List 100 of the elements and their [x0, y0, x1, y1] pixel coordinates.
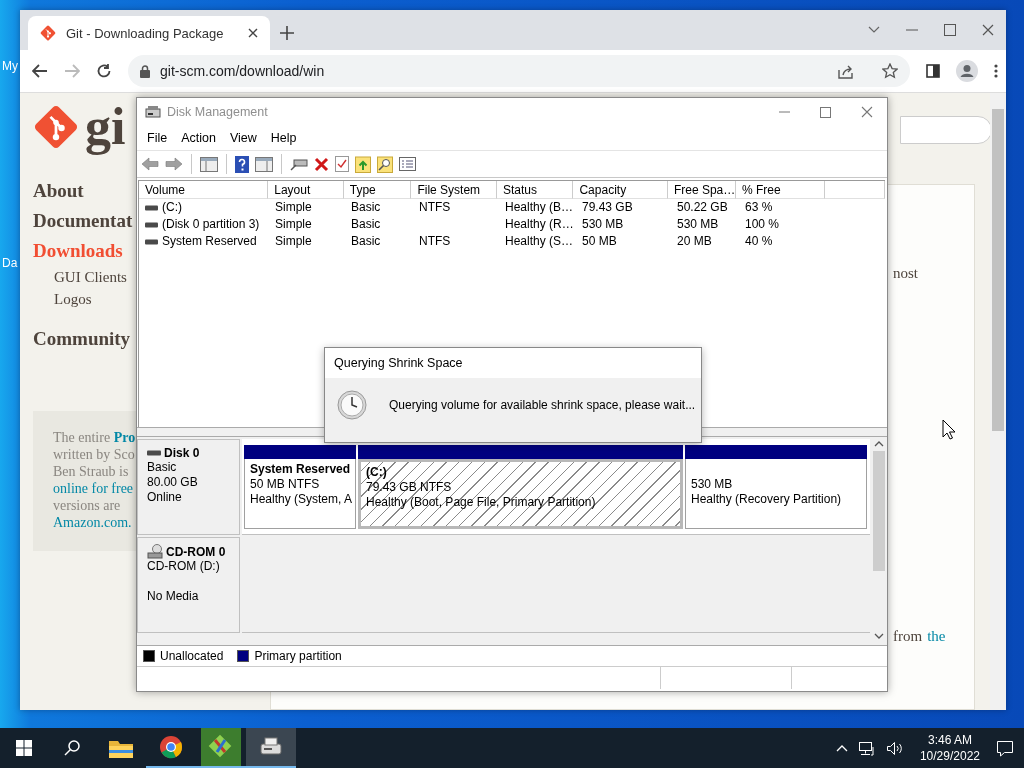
- nav-link[interactable]: Documentat: [33, 206, 133, 236]
- table-cell: Basic: [351, 233, 381, 250]
- windows-logo-icon: [16, 740, 32, 756]
- menu-item[interactable]: File: [140, 131, 175, 145]
- close-icon[interactable]: [861, 106, 873, 118]
- disk-status: Online: [147, 490, 182, 505]
- checklist-icon[interactable]: [335, 156, 349, 172]
- clock-time[interactable]: 3:46 AM: [927, 732, 972, 748]
- clock-icon: [337, 390, 367, 420]
- chrome-icon[interactable]: [159, 735, 183, 759]
- clock-date[interactable]: 10/29/2022: [919, 748, 980, 764]
- partition-block[interactable]: 530 MB Healthy (Recovery Partition): [685, 459, 867, 529]
- back-icon[interactable]: [32, 64, 48, 78]
- page-scrollbar[interactable]: [990, 93, 1006, 710]
- back-arrow-icon[interactable]: [141, 157, 159, 171]
- maximize-icon[interactable]: [820, 106, 831, 118]
- mouse-pointer-icon: [942, 419, 956, 440]
- profile-icon[interactable]: [956, 60, 978, 82]
- column-header[interactable]: Volume: [139, 181, 269, 199]
- subnav-link[interactable]: Logos: [54, 288, 92, 310]
- scroll-down-icon[interactable]: [873, 633, 884, 639]
- partition-block[interactable]: (C:) 79.43 GB NTFS Healthy (Boot, Page File, Primary Partition): [358, 459, 683, 529]
- folder-up-icon[interactable]: [355, 155, 371, 173]
- table-cell: 40 %: [745, 233, 773, 250]
- drive-icon: [145, 221, 158, 228]
- scroll-up-icon[interactable]: [873, 441, 884, 447]
- column-header[interactable]: Status: [496, 181, 574, 199]
- dialog-message: Querying volume for available shrink space, please wait...: [389, 398, 696, 412]
- menu-icon[interactable]: [994, 64, 998, 78]
- chevron-down-icon[interactable]: [868, 26, 880, 34]
- close-icon[interactable]: [248, 28, 258, 38]
- table-cell: Healthy (R…: [505, 216, 574, 233]
- nav-link[interactable]: Community: [33, 324, 131, 354]
- column-header[interactable]: File System: [411, 181, 497, 199]
- star-icon[interactable]: [882, 63, 898, 79]
- menu-item[interactable]: Action: [174, 131, 223, 145]
- panel-icon[interactable]: [255, 156, 273, 172]
- table-cell: 50.22 GB: [677, 199, 728, 216]
- share-icon[interactable]: [838, 63, 854, 79]
- partition-size: 50 MB NTFS: [250, 477, 320, 492]
- volume-icon[interactable]: [885, 740, 904, 756]
- table-cell: Simple: [275, 233, 312, 250]
- browser-tab[interactable]: Git - Downloading Package: [28, 16, 270, 50]
- drive-icon: [145, 204, 158, 211]
- column-header[interactable]: % Free: [735, 181, 826, 199]
- disk-label-panel[interactable]: Disk 0 Basic 80.00 GB Online: [137, 439, 240, 535]
- delete-icon[interactable]: [314, 156, 329, 172]
- column-header[interactable]: Type: [343, 181, 412, 199]
- reload-icon[interactable]: [96, 63, 112, 79]
- partition-block[interactable]: System Reserved 50 MB NTFS Healthy (System, A: [244, 459, 356, 529]
- menu-item[interactable]: View: [222, 131, 264, 145]
- body-text: from: [893, 628, 923, 645]
- dialog-title: Querying Shrink Space: [325, 348, 701, 378]
- column-header[interactable]: Capacity: [573, 181, 668, 199]
- drive-icon: [147, 450, 161, 456]
- book-text: Ben Straub is: [53, 463, 129, 480]
- partition-title: (C:): [366, 465, 387, 480]
- column-header: [825, 181, 885, 199]
- properties-icon[interactable]: [399, 157, 416, 171]
- help-icon[interactable]: [235, 155, 249, 173]
- forward-arrow-icon[interactable]: [165, 157, 183, 171]
- table-cell: (C:): [162, 199, 182, 216]
- nav-link[interactable]: About: [33, 176, 84, 206]
- disk-info: Basic: [147, 460, 177, 475]
- folder-search-icon[interactable]: [377, 155, 393, 173]
- search-field[interactable]: [900, 116, 992, 144]
- chevron-up-icon[interactable]: [835, 744, 848, 752]
- column-header[interactable]: Free Spa…: [667, 181, 736, 199]
- table-cell: 530 MB: [677, 216, 719, 233]
- table-cell: (Disk 0 partition 3): [162, 216, 260, 233]
- network-icon[interactable]: [857, 740, 876, 756]
- column-header[interactable]: Layout: [268, 181, 344, 199]
- scrollbar-thumb[interactable]: [872, 451, 885, 571]
- panel-icon[interactable]: [200, 156, 218, 172]
- disk-label-panel[interactable]: CD-ROM 0 CD-ROM (D:) No Media: [137, 537, 240, 633]
- table-cell: 50 MB: [582, 233, 617, 250]
- disk-drive-icon[interactable]: [258, 736, 284, 758]
- address-bar[interactable]: git-scm.com/download/win: [128, 55, 910, 87]
- subnav-link[interactable]: GUI Clients: [54, 266, 127, 288]
- drive-connect-icon[interactable]: [290, 157, 308, 171]
- disk-status: No Media: [147, 589, 199, 604]
- table-cell: NTFS: [419, 199, 451, 216]
- side-panel-icon[interactable]: [926, 64, 940, 78]
- cd-drive-icon: [147, 544, 163, 559]
- notification-icon[interactable]: [996, 739, 1014, 757]
- disk-name: Disk 0: [164, 446, 200, 460]
- close-icon[interactable]: [982, 24, 994, 36]
- partition-size: 530 MB: [691, 477, 733, 492]
- table-cell: System Reserved: [162, 233, 257, 250]
- maximize-icon[interactable]: [944, 24, 956, 36]
- new-tab-icon[interactable]: [280, 26, 294, 40]
- text-link[interactable]: the: [927, 628, 946, 645]
- table-cell: 530 MB: [582, 216, 624, 233]
- taskbar-app[interactable]: [246, 728, 296, 768]
- disk-name: CD-ROM 0: [166, 544, 226, 559]
- book-text: The entire Pro: [53, 429, 136, 446]
- menu-item[interactable]: Help: [263, 131, 304, 145]
- table-cell: Simple: [275, 216, 312, 233]
- partition-title: System Reserved: [250, 462, 351, 477]
- book-text: versions are: [53, 497, 121, 514]
